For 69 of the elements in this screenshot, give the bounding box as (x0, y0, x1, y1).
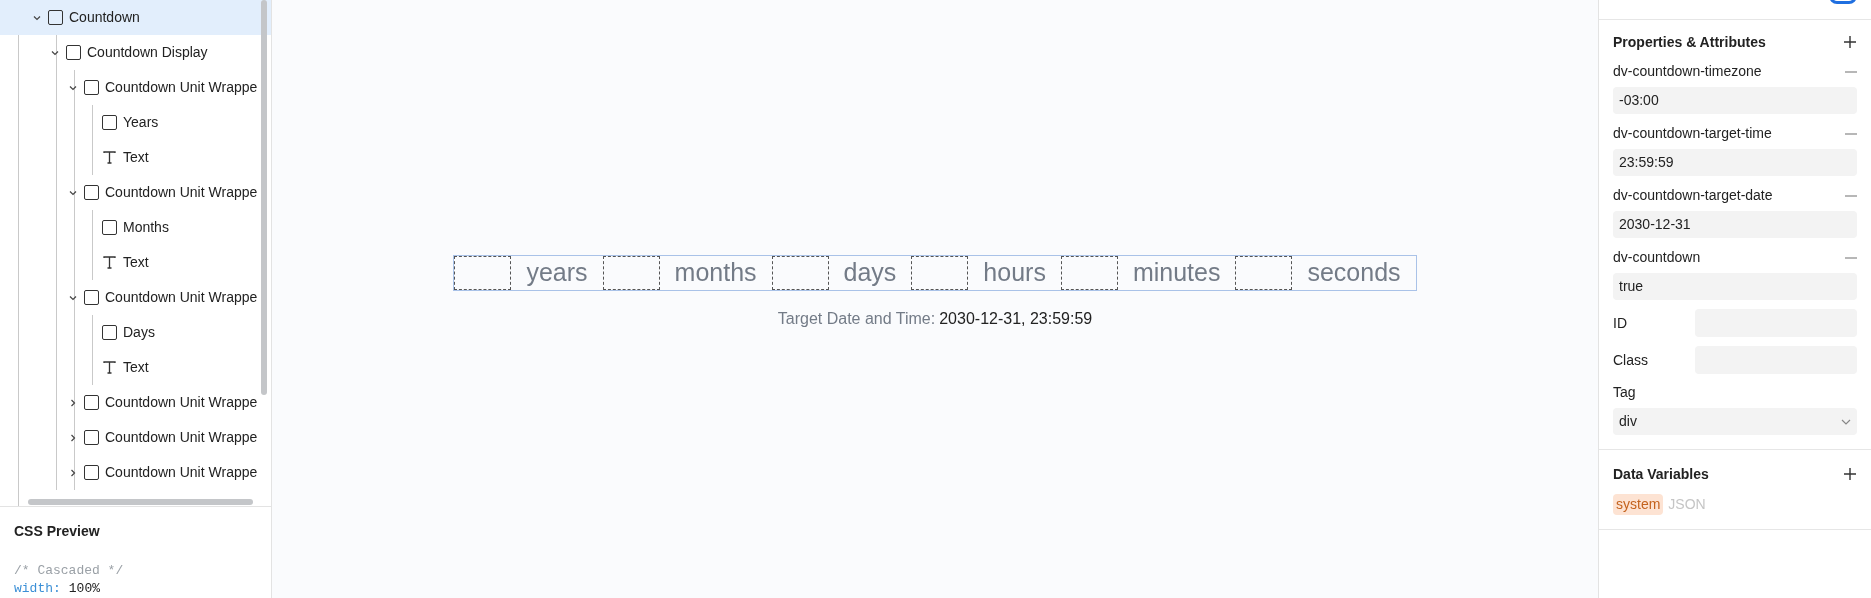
tree-item[interactable]: Years (0, 105, 271, 140)
number-placeholder (1235, 256, 1293, 290)
number-placeholder (454, 256, 512, 290)
target-label: Target Date and Time: (777, 309, 936, 329)
square-icon (84, 290, 99, 305)
chevron-down-icon (1841, 418, 1851, 425)
tree-item[interactable]: Countdown Unit Wrappe (0, 420, 271, 455)
square-icon (84, 465, 99, 480)
tree-item[interactable]: Days (0, 315, 271, 350)
tree-item[interactable]: Countdown (0, 0, 271, 35)
attribute-field[interactable]: true (1613, 273, 1857, 300)
number-placeholder (771, 256, 829, 290)
css-property: width: (14, 580, 61, 598)
square-icon (48, 10, 63, 25)
chevron-right-icon[interactable] (68, 432, 78, 443)
variable-type: JSON (1668, 495, 1706, 514)
attribute-field[interactable]: 23:59:59 (1613, 149, 1857, 176)
section-title: Properties & Attributes (1613, 32, 1766, 52)
target-value: 2030-12-31, 23:59:59 (939, 309, 1093, 329)
vertical-scrollbar[interactable] (261, 0, 267, 395)
tag-select[interactable]: div (1613, 408, 1857, 435)
section-title: Data Variables (1613, 464, 1709, 484)
tree-item[interactable]: Countdown Unit Wrappe (0, 175, 271, 210)
horizontal-scrollbar[interactable] (28, 499, 253, 505)
unit-label: minutes (1131, 257, 1222, 289)
number-placeholder (602, 256, 660, 290)
tree-item[interactable]: Months (0, 210, 271, 245)
tree-item[interactable]: Countdown Display (0, 35, 271, 70)
number-placeholder (1060, 256, 1118, 290)
square-icon (84, 185, 99, 200)
tree-item[interactable]: Countdown Unit Wrappe (0, 280, 271, 315)
field-label: Tag (1613, 383, 1637, 402)
square-icon (102, 115, 117, 130)
square-icon (102, 325, 117, 340)
plus-icon[interactable] (1843, 467, 1857, 481)
panel-title: CSS Preview (14, 522, 101, 541)
attribute-name: dv-countdown-target-date (1613, 186, 1773, 205)
attribute-field[interactable]: -03:00 (1613, 87, 1857, 114)
unit-label: years (525, 257, 589, 289)
text-icon (102, 255, 117, 270)
attribute-field[interactable]: 2030-12-31 (1613, 211, 1857, 238)
square-icon (84, 395, 99, 410)
square-icon (66, 45, 81, 60)
tree-item[interactable]: Text (0, 140, 271, 175)
attribute-name: dv-countdown (1613, 248, 1701, 267)
attribute-name: dv-countdown-target-time (1613, 124, 1772, 143)
unit-label: months (673, 257, 758, 289)
square-icon (102, 220, 117, 235)
text-icon (102, 150, 117, 165)
tree-item[interactable]: Countdown Unit Wrappe (0, 455, 271, 490)
tree-item[interactable]: Countdown Unit Wrappe (0, 385, 271, 420)
css-value: 100% (68, 580, 101, 598)
square-icon (84, 430, 99, 445)
tree-item[interactable]: Text (0, 350, 271, 385)
chevron-right-icon[interactable] (68, 397, 78, 408)
number-placeholder (911, 256, 969, 290)
attribute-name: dv-countdown-timezone (1613, 62, 1762, 81)
square-icon (84, 80, 99, 95)
field-label: Class (1613, 350, 1649, 370)
unit-label: seconds (1306, 257, 1402, 289)
plus-icon[interactable] (1843, 35, 1857, 49)
tree-item[interactable]: Countdown Unit Wrappe (0, 70, 271, 105)
unit-label: hours (982, 257, 1047, 289)
chevron-right-icon[interactable] (68, 467, 78, 478)
text-icon (102, 360, 117, 375)
tree-item[interactable]: Text (0, 245, 271, 280)
field-label: ID (1613, 313, 1628, 333)
unit-label: days (842, 257, 898, 289)
code-comment: /* Cascaded */ (14, 562, 125, 580)
